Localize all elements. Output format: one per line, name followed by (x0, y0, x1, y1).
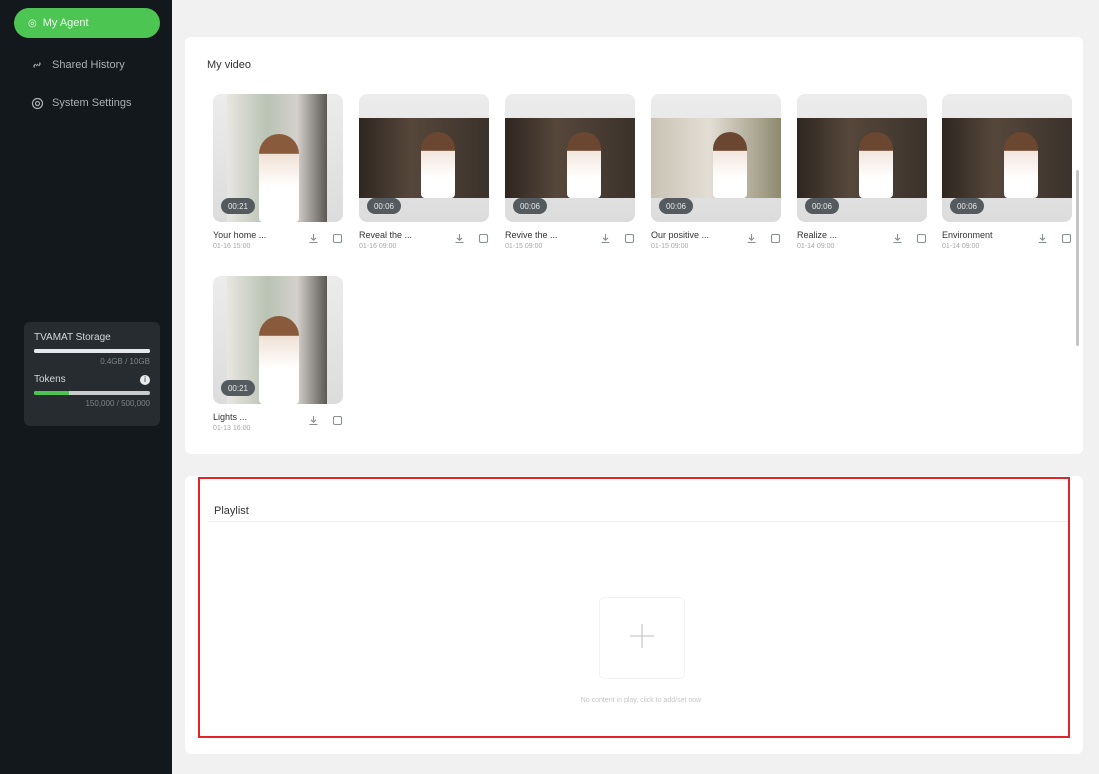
video-date: 01-16 09:00 (359, 243, 397, 250)
video-thumbnail[interactable]: 00:06 (505, 94, 635, 222)
video-thumbnail[interactable]: 00:21 (213, 276, 343, 404)
avatar-figure (421, 132, 455, 198)
agent-icon: ◎ (28, 17, 37, 29)
duration-badge: 00:06 (659, 198, 693, 214)
tokens-label: Tokens (34, 374, 66, 385)
sidebar-item-label: My Agent (42, 17, 89, 29)
sidebar-item-shared-history[interactable]: Shared History (30, 58, 125, 72)
video-actions (453, 232, 489, 244)
video-date: 01-13 16:00 (213, 425, 251, 432)
video-card[interactable]: 00:06 Our positive ... 01-15 09:00 (651, 94, 781, 254)
video-card[interactable]: 00:06 Revive the ... 01-15 09:00 (505, 94, 635, 254)
duration-badge: 00:06 (367, 198, 401, 214)
duration-badge: 00:06 (513, 198, 547, 214)
copy-icon[interactable] (331, 232, 343, 244)
link-icon (30, 58, 44, 72)
avatar-figure (259, 134, 299, 222)
scrollbar[interactable] (1076, 170, 1079, 346)
usage-card: TVAMAT Storage 0.4GB / 10GB Tokens i 150… (24, 322, 160, 426)
info-icon[interactable]: i (140, 374, 150, 385)
sidebar: ◎ My Agent Shared History System Setting… (0, 0, 172, 774)
video-actions (1036, 232, 1072, 244)
video-card[interactable]: 00:21 Your home ... 01-16 15:00 (213, 94, 343, 254)
download-icon[interactable] (891, 232, 903, 244)
video-card[interactable]: 00:06 Realize ... 01-14 09:00 (797, 94, 927, 254)
download-icon[interactable] (453, 232, 465, 244)
download-icon[interactable] (745, 232, 757, 244)
tokens-usage: 150,000 / 500,000 (85, 399, 150, 408)
storage-bar (34, 349, 150, 353)
video-date: 01-15 09:00 (651, 243, 689, 250)
avatar-figure (259, 316, 299, 404)
video-actions (599, 232, 635, 244)
video-card[interactable]: 00:06 Reveal the ... 01-16 09:00 (359, 94, 489, 254)
storage-usage: 0.4GB / 10GB (100, 357, 150, 366)
video-thumbnail[interactable]: 00:06 (942, 94, 1072, 222)
duration-badge: 00:06 (950, 198, 984, 214)
video-card[interactable]: 00:06 Environment 01-14 09:00 (942, 94, 1072, 254)
copy-icon[interactable] (1060, 232, 1072, 244)
download-icon[interactable] (1036, 232, 1048, 244)
tokens-bar-fill (34, 391, 69, 395)
avatar-figure (859, 132, 893, 198)
video-thumbnail[interactable]: 00:06 (359, 94, 489, 222)
duration-badge: 00:06 (805, 198, 839, 214)
duration-badge: 00:21 (221, 198, 255, 214)
download-icon[interactable] (307, 414, 319, 426)
video-actions (891, 232, 927, 244)
copy-icon[interactable] (331, 414, 343, 426)
video-date: 01-14 09:00 (942, 243, 980, 250)
sidebar-item-my-agent[interactable]: ◎ My Agent (14, 8, 160, 38)
copy-icon[interactable] (477, 232, 489, 244)
download-icon[interactable] (307, 232, 319, 244)
panel-title: My video (207, 59, 252, 71)
storage-bar-fill (34, 349, 150, 353)
highlight-box (198, 477, 1070, 738)
storage-label: TVAMAT Storage (34, 332, 111, 343)
avatar-figure (713, 132, 747, 198)
video-date: 01-14 09:00 (797, 243, 835, 250)
video-actions (307, 414, 343, 426)
video-actions (745, 232, 781, 244)
video-card[interactable]: 00:21 Lights ... 01-13 16:00 (213, 276, 343, 436)
gear-icon (30, 96, 44, 110)
video-thumbnail[interactable]: 00:21 (213, 94, 343, 222)
sidebar-item-label: System Settings (52, 97, 132, 109)
download-icon[interactable] (599, 232, 611, 244)
video-actions (307, 232, 343, 244)
copy-icon[interactable] (623, 232, 635, 244)
avatar-figure (567, 132, 601, 198)
video-thumbnail[interactable]: 00:06 (797, 94, 927, 222)
video-thumbnail[interactable]: 00:06 (651, 94, 781, 222)
video-date: 01-15 09:00 (505, 243, 543, 250)
copy-icon[interactable] (769, 232, 781, 244)
video-date: 01-16 15:00 (213, 243, 251, 250)
copy-icon[interactable] (915, 232, 927, 244)
sidebar-item-system-settings[interactable]: System Settings (30, 96, 131, 110)
avatar-figure (1004, 132, 1038, 198)
duration-badge: 00:21 (221, 380, 255, 396)
sidebar-item-label: Shared History (52, 59, 125, 71)
tokens-bar (34, 391, 150, 395)
